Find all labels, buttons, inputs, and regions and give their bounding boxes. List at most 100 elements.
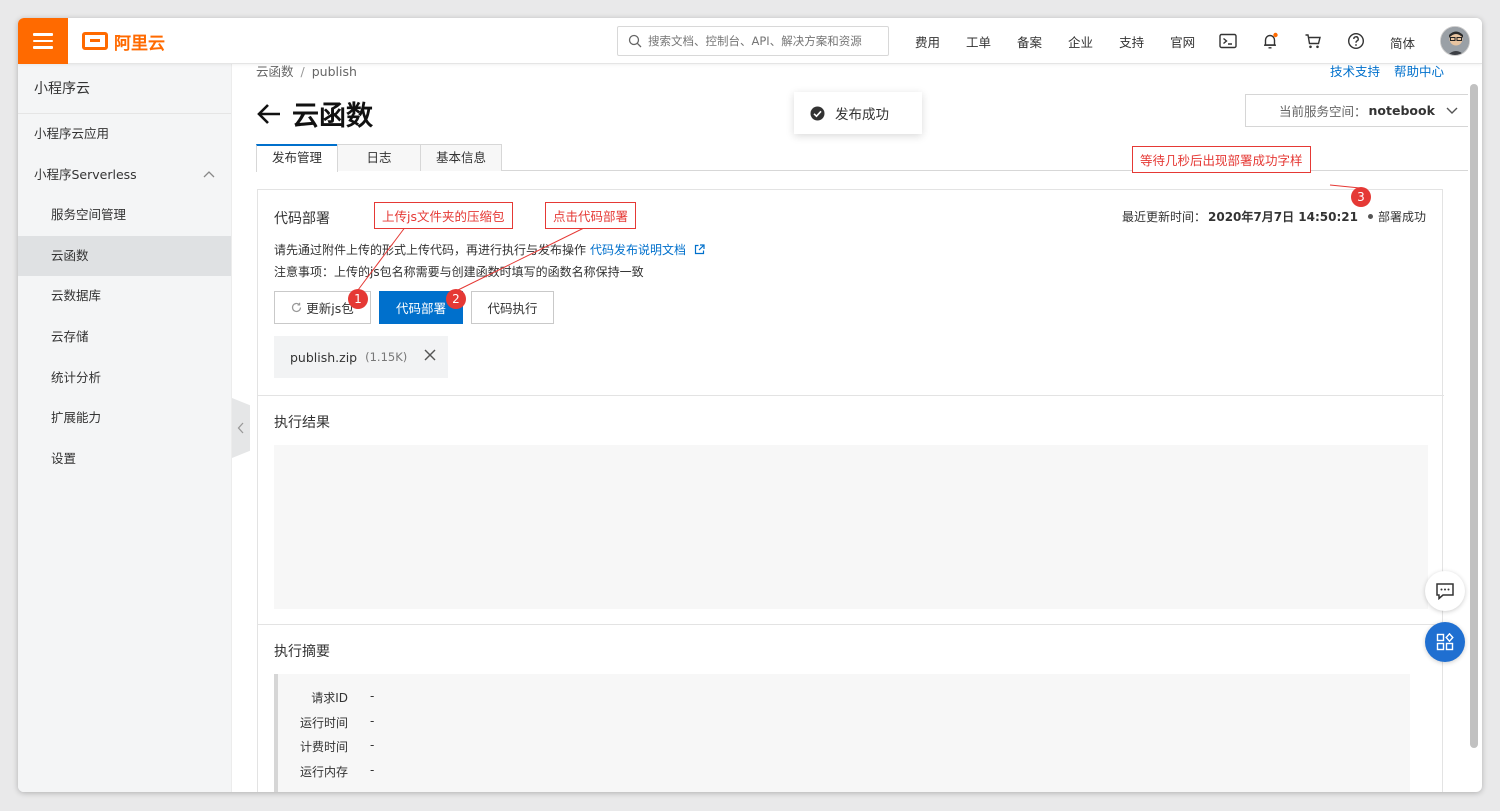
chat-icon — [1436, 583, 1454, 600]
summary-value: - — [370, 689, 375, 703]
sidebar-item-cloud-database[interactable]: 云数据库 — [18, 276, 231, 317]
page-title: 云函数 — [256, 94, 373, 133]
apps-button[interactable] — [1425, 622, 1465, 662]
browser-window: 阿里云 费用 工单 备案 企业 支持 官网 简体 — [18, 18, 1482, 792]
top-links: 技术支持 帮助中心 — [1316, 64, 1444, 80]
aliyun-logo[interactable]: 阿里云 — [82, 29, 165, 54]
help-center-link[interactable]: 帮助中心 — [1394, 64, 1444, 79]
sidebar-item-miniapp-serverless[interactable]: 小程序Serverless — [18, 155, 231, 196]
tab-publish-management[interactable]: 发布管理 — [256, 144, 338, 172]
aliyun-logo-icon — [82, 32, 108, 50]
tech-support-link[interactable]: 技术支持 — [1330, 64, 1380, 79]
tab-basic-info[interactable]: 基本信息 — [420, 144, 502, 171]
deploy-description: 请先通过附件上传的形式上传代码，再进行执行与发布操作 代码发布说明文档 — [274, 241, 705, 258]
summary-key: 计费时间 — [299, 740, 348, 754]
toast-text: 发布成功 — [835, 107, 889, 123]
tab-logs[interactable]: 日志 — [337, 144, 421, 171]
sidebar-item-cloud-function[interactable]: 云函数 — [18, 235, 231, 277]
back-arrow-icon[interactable] — [256, 103, 282, 125]
annotation-number-1: 1 — [348, 289, 368, 309]
file-size: (1.15K) — [365, 350, 408, 364]
nav-icp[interactable]: 备案 — [1004, 32, 1055, 51]
run-code-button[interactable]: 代码执行 — [471, 291, 554, 324]
summary-row-memory: 运行内存 - — [278, 763, 374, 780]
sidebar-item-extensions[interactable]: 扩展能力 — [18, 398, 231, 439]
avatar[interactable] — [1440, 26, 1470, 56]
page-scrollbar[interactable] — [1470, 84, 1478, 748]
deploy-desc-text: 请先通过附件上传的形式上传代码，再进行执行与发布操作 — [274, 243, 587, 257]
status-dot-icon — [1367, 214, 1373, 219]
sidebar-item-cloud-storage[interactable]: 云存储 — [18, 317, 231, 358]
external-link-icon[interactable] — [694, 244, 705, 255]
apps-grid-icon — [1436, 633, 1454, 651]
deploy-note: 注意事项：上传的js包名称需要与创建函数时填写的函数名称保持一致 — [274, 265, 644, 279]
breadcrumb-current: publish — [311, 64, 357, 79]
space-select-label: 当前服务空间： — [1279, 104, 1367, 119]
section-divider — [258, 624, 1444, 625]
sidebar-item-space-management[interactable]: 服务空间管理 — [18, 195, 231, 236]
deploy-card: 代码部署 最近更新时间： 2020年7月7日 14:50:21 部署成功 请先通… — [257, 189, 1444, 792]
sidebar: 小程序云 小程序云应用 小程序Serverless 服务空间管理 云函数 云数据… — [18, 64, 232, 792]
refresh-icon — [292, 302, 302, 313]
summary-key: 请求ID — [311, 691, 348, 705]
search-icon — [628, 34, 642, 48]
nav-fees[interactable]: 费用 — [902, 32, 953, 51]
summary-box: 请求ID - 运行时间 - 计费时间 - 运行内存 - — [274, 674, 1410, 792]
sidebar-title: 小程序云 — [18, 64, 231, 114]
summary-value: - — [370, 763, 375, 777]
summary-value: - — [370, 738, 375, 752]
sidebar-item-analytics[interactable]: 统计分析 — [18, 358, 231, 399]
summary-key: 运行内存 — [299, 765, 348, 779]
close-icon[interactable] — [424, 349, 436, 361]
nav-support[interactable]: 支持 — [1106, 32, 1157, 51]
summary-key: 运行时间 — [299, 716, 348, 730]
doc-link[interactable]: 代码发布说明文档 — [590, 243, 686, 257]
annotation-click-deploy: 点击代码部署 — [545, 202, 637, 229]
page-title-text: 云函数 — [292, 101, 373, 132]
success-toast: 发布成功 — [794, 92, 922, 134]
top-navbar: 阿里云 费用 工单 备案 企业 支持 官网 简体 — [18, 18, 1482, 64]
nav-tickets[interactable]: 工单 — [953, 32, 1004, 51]
summary-row-billing-time: 计费时间 - — [278, 738, 374, 755]
deploy-section-title: 代码部署 — [274, 211, 330, 227]
annotation-upload-zip: 上传js文件夹的压缩包 — [374, 202, 513, 229]
top-nav: 费用 工单 备案 企业 支持 官网 — [902, 18, 1208, 64]
search-input[interactable] — [648, 34, 878, 48]
deploy-status-text: 部署成功 — [1377, 210, 1426, 224]
search-box[interactable] — [617, 26, 889, 56]
last-update-value: 2020年7月7日 14:50:21 — [1208, 210, 1358, 224]
uploaded-file: publish.zip (1.15K) — [274, 336, 448, 378]
file-name: publish.zip — [290, 349, 358, 365]
sidebar-item-label: 小程序Serverless — [34, 166, 137, 182]
sidebar-item-miniapp-cloud-app[interactable]: 小程序云应用 — [18, 114, 231, 155]
menu-icon[interactable] — [18, 18, 68, 64]
result-section-title: 执行结果 — [274, 415, 330, 431]
bell-icon[interactable] — [1259, 30, 1281, 52]
help-icon[interactable] — [1345, 30, 1367, 52]
check-circle-icon — [810, 106, 825, 120]
annotation-wait-success: 等待几秒后出现部署成功字样 — [1132, 146, 1311, 173]
chat-bubble-button[interactable] — [1425, 571, 1465, 611]
annotation-number-3: 3 — [1351, 187, 1371, 207]
breadcrumb: 云函数 / publish — [256, 64, 357, 79]
cart-icon[interactable] — [1302, 30, 1324, 52]
sidebar-item-settings[interactable]: 设置 — [18, 439, 231, 480]
nav-enterprise[interactable]: 企业 — [1055, 32, 1106, 51]
annotation-number-2: 2 — [446, 289, 466, 309]
summary-row-request-id: 请求ID - — [278, 689, 374, 706]
update-button-label: 更新js包 — [306, 301, 354, 316]
deploy-button-label: 代码部署 — [395, 301, 446, 316]
run-button-label: 代码执行 — [487, 301, 538, 316]
last-update-label: 最近更新时间： — [1121, 210, 1206, 224]
terminal-icon[interactable] — [1217, 30, 1239, 52]
service-space-select[interactable]: 当前服务空间： notebook — [1245, 94, 1468, 127]
language-switch[interactable]: 简体 — [1390, 33, 1415, 52]
logo-text: 阿里云 — [114, 33, 165, 54]
deploy-status: 最近更新时间： 2020年7月7日 14:50:21 部署成功 — [1122, 208, 1426, 225]
space-select-value: notebook — [1368, 103, 1435, 118]
summary-row-run-time: 运行时间 - — [278, 714, 374, 731]
nav-official-site[interactable]: 官网 — [1157, 32, 1208, 51]
breadcrumb-cloud-function[interactable]: 云函数 — [256, 64, 294, 79]
summary-section-title: 执行摘要 — [274, 644, 330, 660]
chevron-down-icon — [1446, 107, 1458, 114]
